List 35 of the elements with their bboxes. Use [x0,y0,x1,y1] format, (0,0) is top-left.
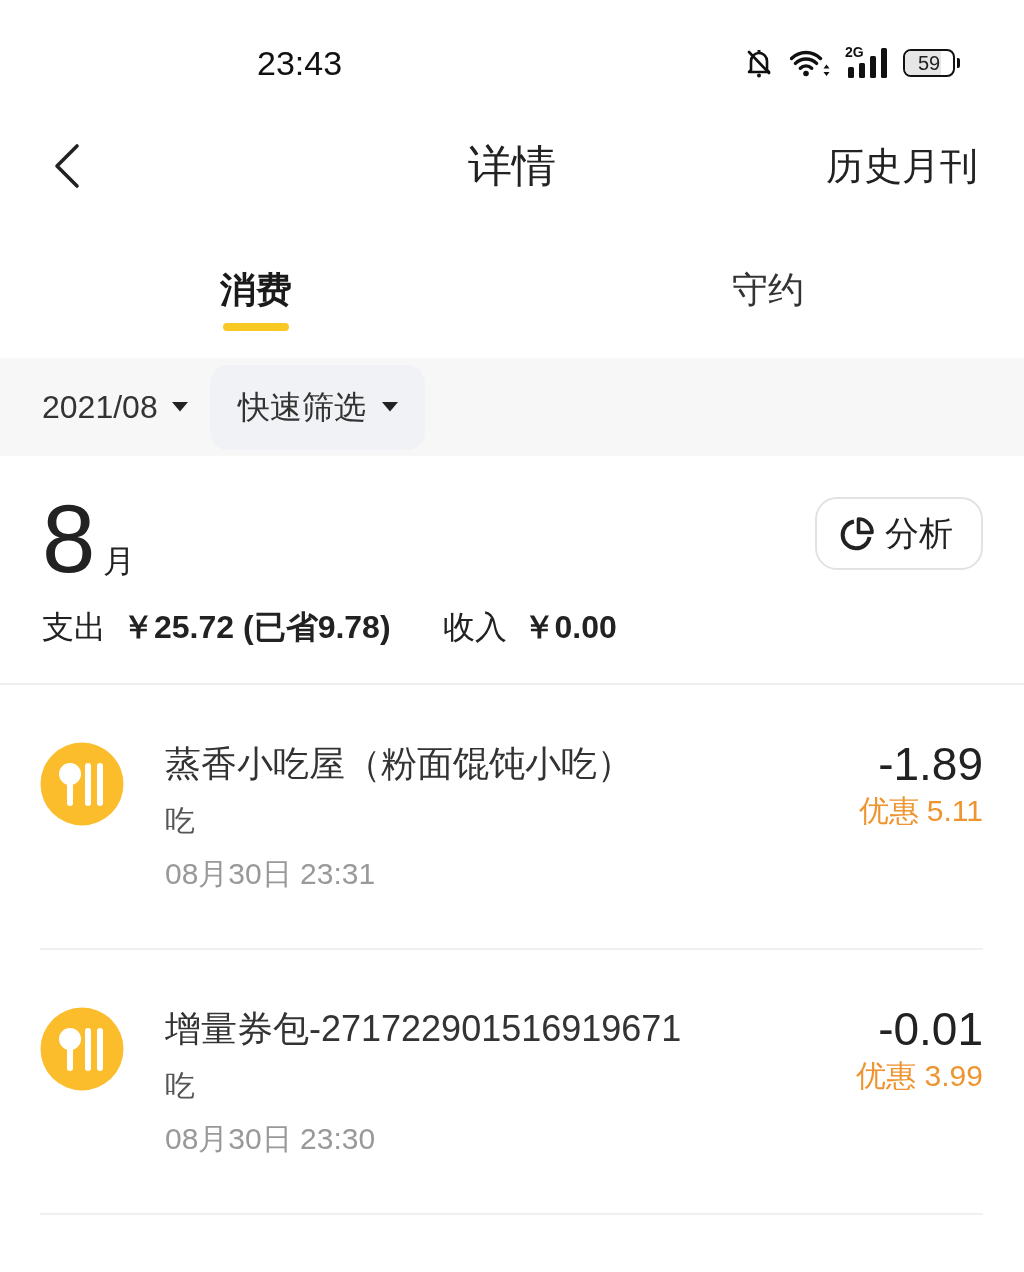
transaction-time: 08月30日 23:31 [165,856,376,892]
category-label: 吃 [165,803,195,839]
expense-label: 支出 [42,608,106,647]
income-amount: ￥0.00 [522,608,617,647]
quick-filter-dropdown[interactable]: 快速筛选 [209,364,425,450]
merchant-name: 增量券包-271722901516919671 [165,1007,682,1051]
tab[interactable]: 消费 [220,268,292,331]
merchant-name: 蒸香小吃屋（粉面馄饨小吃） [165,742,633,786]
signal-icon [845,48,887,78]
analysis-button[interactable]: 分析 [815,497,983,570]
month-unit: 月 [103,542,136,581]
category-label: 吃 [165,1068,195,1104]
page-title: 详情 [468,140,556,192]
wifi-icon [790,49,830,77]
status-time: 23:43 [257,43,343,83]
transaction-amount: -0.01 [878,1004,983,1054]
income-label: 收入 [442,608,507,647]
caret-down-icon [381,402,398,412]
spoon-chopsticks-icon [40,742,124,826]
transaction-amount: -1.89 [878,739,983,789]
spoon-chopsticks-icon [40,1007,124,1091]
battery-percentage: 59 [917,52,941,74]
discount-amount: 优惠 3.99 [856,1058,983,1094]
month-dropdown[interactable]: 2021/08 [42,387,188,427]
history-monthly-link[interactable]: 历史月刊 [826,143,978,189]
muted-bell-icon [746,48,772,78]
tab[interactable]: 守约 [732,268,804,331]
caret-down-icon [171,402,188,412]
pie-chart-icon [839,515,875,552]
back-icon[interactable] [52,143,82,189]
transaction-time: 08月30日 23:30 [165,1121,376,1157]
month-number: 8 [42,491,96,587]
discount-amount: 优惠 5.11 [858,793,983,829]
expense-amount: ￥25.72 (已省9.78) [122,608,391,647]
network-type-label: 2G [845,44,864,60]
